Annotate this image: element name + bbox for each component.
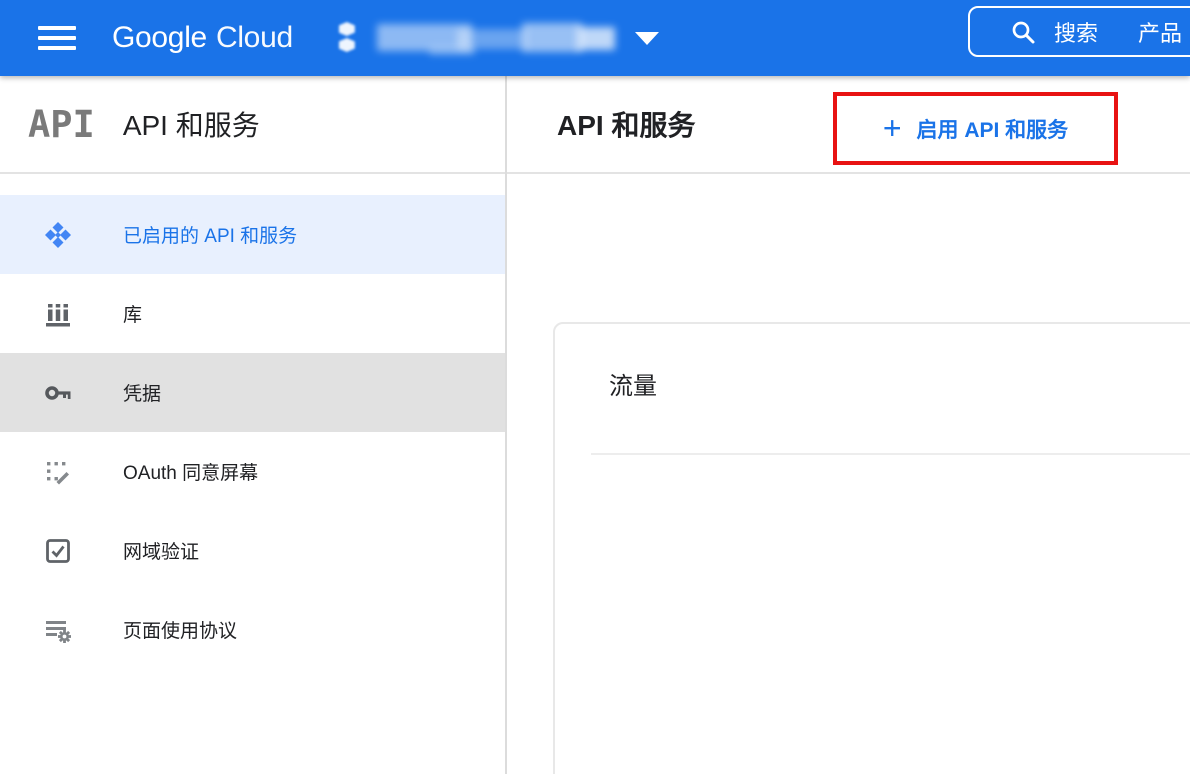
enable-apis-button-label: 启用 API 和服务 [917,114,1069,144]
oauth-consent-icon [42,457,74,487]
content-area: API API 和服务 已启用的 API 和服务 [0,76,1190,774]
sidebar-item-label: 页面使用协议 [123,616,237,643]
sidebar-nav: 已启用的 API 和服务 库 [0,195,505,669]
sidebar-item-label: 库 [123,300,142,327]
sidebar-item-library[interactable]: 库 [0,274,505,353]
sidebar-item-oauth-consent[interactable]: OAuth 同意屏幕 [0,432,505,511]
sidebar-item-label: 已启用的 API 和服务 [123,221,297,248]
google-cloud-logo[interactable]: Google Cloud [112,21,293,55]
library-icon [42,299,74,329]
search-bar[interactable]: 搜索 产品 [968,6,1190,57]
traffic-card: 流量 [553,322,1190,774]
products-label: 产品 [1138,16,1182,48]
sidebar-item-domain-verification[interactable]: 网域验证 [0,511,505,590]
sidebar-item-label: OAuth 同意屏幕 [123,458,258,485]
top-app-bar: Google Cloud 搜索 产品 [0,0,1190,76]
card-divider [591,453,1190,455]
annotation-red-box: + 启用 API 和服务 [833,92,1118,165]
sidebar-header: API API 和服务 [0,76,505,174]
enable-apis-button[interactable]: + 启用 API 和服务 [883,113,1068,145]
api-product-logo: API [28,103,95,146]
menu-hamburger-icon[interactable] [38,26,76,51]
chevron-down-icon [635,32,659,45]
domain-verification-icon [42,536,74,566]
logo-cloud-text: Cloud [216,21,293,54]
sidebar-item-credentials[interactable]: 凭据 [0,353,505,432]
project-name-redacted [377,20,617,56]
project-icon [339,22,367,54]
search-icon [1010,19,1036,45]
traffic-card-title: 流量 [609,366,657,401]
main-header: API 和服务 + 启用 API 和服务 [507,76,1190,174]
main-panel: API 和服务 + 启用 API 和服务 流量 [507,76,1190,774]
search-label: 搜索 [1054,16,1098,48]
logo-google-text: Google [112,21,207,54]
sidebar-item-enabled-apis[interactable]: 已启用的 API 和服务 [0,195,505,274]
sidebar: API API 和服务 已启用的 API 和服务 [0,76,507,774]
sidebar-title: API 和服务 [123,104,260,144]
page-agreements-icon [42,615,74,645]
page-title: API 和服务 [557,104,695,144]
sidebar-item-label: 网域验证 [123,537,199,564]
key-icon [42,378,74,408]
enabled-apis-icon [42,220,74,250]
sidebar-item-label: 凭据 [123,379,161,406]
sidebar-item-page-usage-agreements[interactable]: 页面使用协议 [0,590,505,669]
plus-icon: + [883,112,902,144]
project-selector[interactable] [339,20,659,56]
